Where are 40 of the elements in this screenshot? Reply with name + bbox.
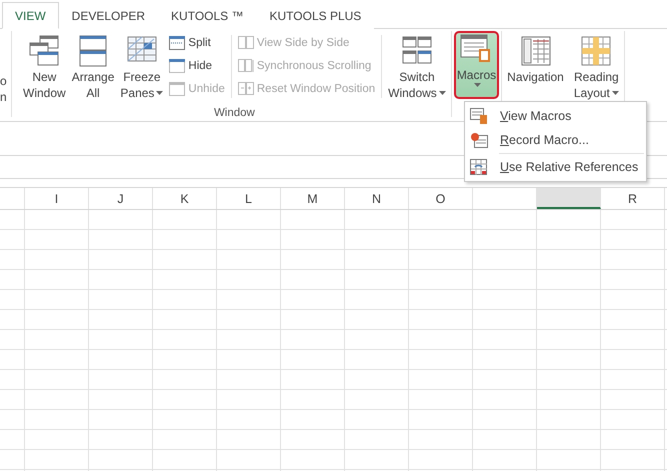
relative-reference-icon bbox=[470, 159, 488, 175]
macros-button[interactable]: Macros bbox=[454, 31, 500, 99]
column-header[interactable]: R bbox=[601, 188, 665, 209]
sync-scroll-icon bbox=[238, 59, 254, 73]
navigation-button[interactable]: Navigation bbox=[504, 31, 567, 99]
column-header[interactable]: M bbox=[281, 188, 345, 209]
group-label: Window bbox=[214, 107, 255, 119]
column-header[interactable]: I bbox=[25, 188, 89, 209]
side-by-side-icon bbox=[238, 36, 254, 50]
button-label: n bbox=[0, 89, 8, 105]
unhide-window-icon bbox=[169, 82, 186, 96]
ribbon-button[interactable]: Hide bbox=[169, 56, 225, 76]
column-header[interactable]: N bbox=[345, 188, 409, 209]
column-header[interactable]: J bbox=[89, 188, 153, 209]
ribbon-tab[interactable]: DEVELOPER bbox=[58, 2, 158, 29]
macro-sheet-icon bbox=[460, 33, 492, 65]
freeze-panes-button[interactable]: Freeze Panes bbox=[117, 31, 166, 103]
reading-layout-button[interactable]: Reading Layout bbox=[570, 31, 622, 103]
hide-window-icon bbox=[169, 59, 186, 73]
ribbon-tab[interactable]: VIEW bbox=[2, 2, 59, 29]
navigation-pane-icon bbox=[520, 35, 552, 67]
column-header[interactable] bbox=[537, 188, 601, 209]
macro-sheet-icon bbox=[470, 108, 488, 124]
column-header[interactable]: O bbox=[409, 188, 473, 209]
reset-position-icon bbox=[238, 82, 254, 96]
crosshair-grid-icon bbox=[580, 35, 612, 67]
windows-icon bbox=[28, 35, 60, 67]
new-window-button[interactable]: New Window bbox=[20, 31, 69, 103]
column-header[interactable]: K bbox=[153, 188, 217, 209]
menu-item[interactable]: Record Macro... bbox=[465, 128, 646, 152]
arrange-all-button[interactable]: Arrange All bbox=[68, 31, 118, 103]
button-label: o bbox=[0, 73, 8, 89]
split-icon bbox=[169, 36, 186, 50]
column-header[interactable]: L bbox=[217, 188, 281, 209]
ribbon-button[interactable]: Split bbox=[169, 33, 225, 53]
menu-item[interactable]: View Macros bbox=[465, 104, 646, 128]
switch-windows-button[interactable]: Switch Windows bbox=[385, 31, 449, 103]
record-sheet-icon bbox=[470, 132, 488, 148]
menu-item[interactable]: Use Relative References bbox=[465, 155, 646, 179]
stacked-windows-icon bbox=[77, 35, 110, 67]
